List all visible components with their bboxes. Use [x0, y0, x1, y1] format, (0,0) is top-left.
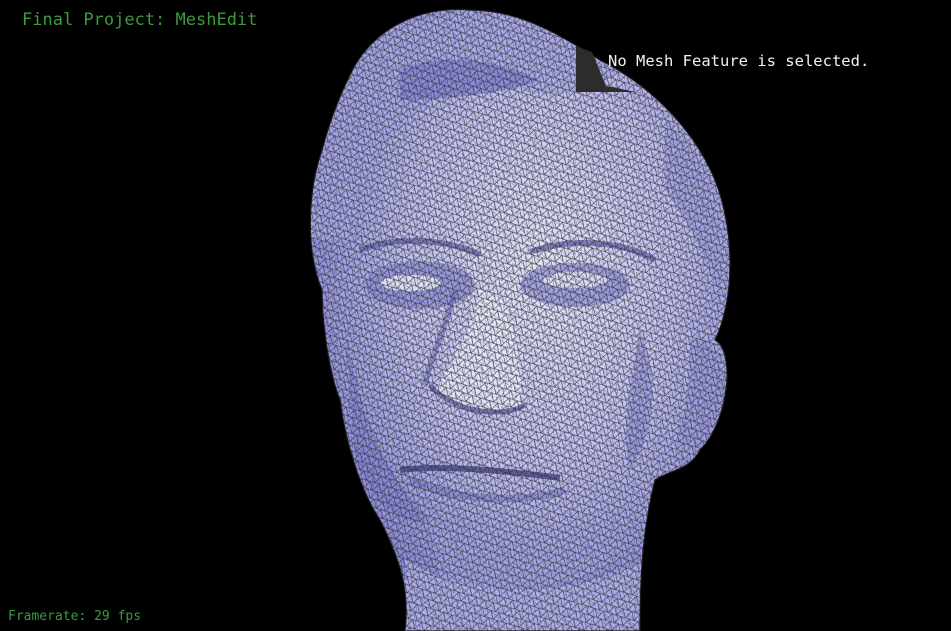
app-title: Final Project: MeshEdit — [22, 10, 258, 30]
selection-status-text: No Mesh Feature is selected. — [608, 52, 870, 70]
framerate-label: Framerate: 29 fps — [8, 609, 142, 624]
selection-status-box: No Mesh Feature is selected. — [576, 46, 901, 92]
mesh-head-render[interactable] — [0, 0, 951, 631]
mesh-viewport[interactable]: Final Project: MeshEdit No Mesh Feature … — [0, 0, 951, 631]
